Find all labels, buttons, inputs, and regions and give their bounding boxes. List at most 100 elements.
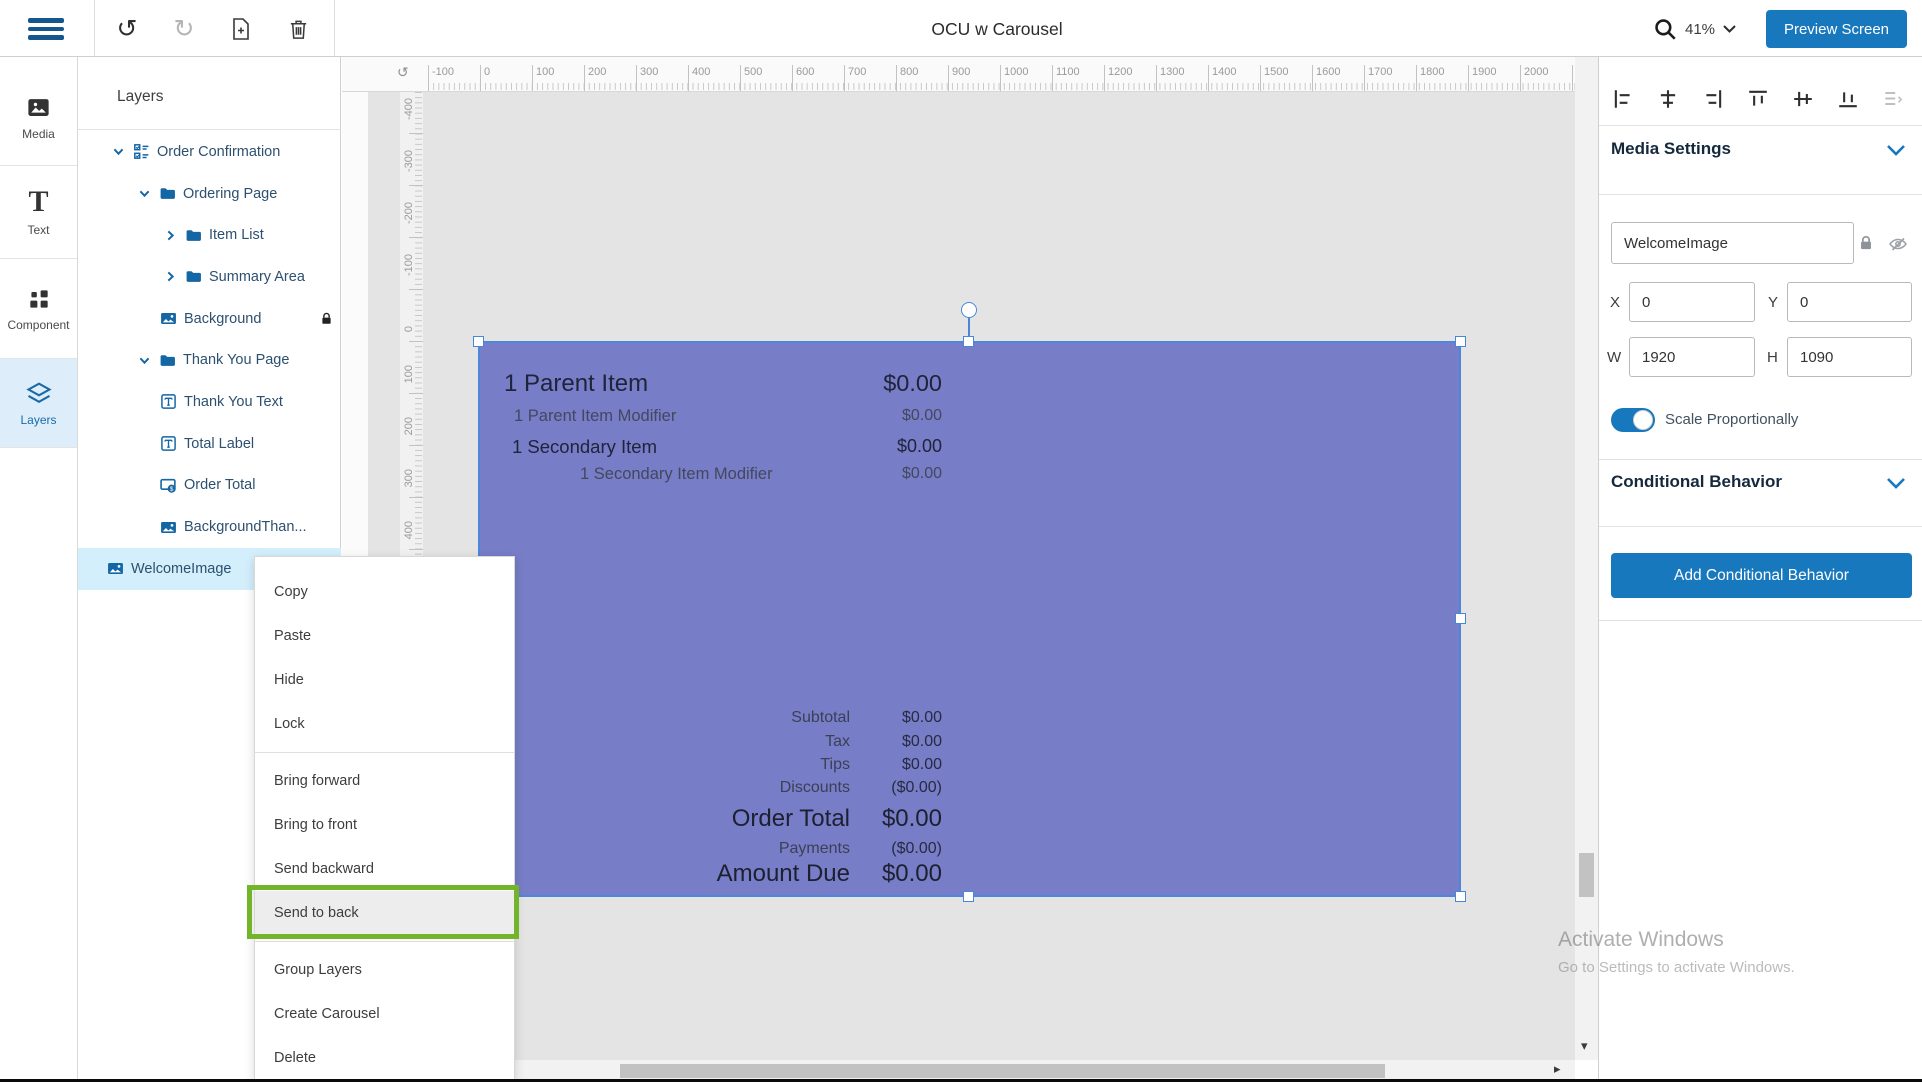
rail-item-media[interactable]: Media bbox=[0, 70, 77, 165]
resize-handle-top-right[interactable] bbox=[1455, 336, 1466, 347]
layer-label: Thank You Text bbox=[184, 394, 283, 410]
layer-tree: Order ConfirmationOrdering Page Item List… bbox=[78, 131, 341, 590]
preview-screen-button[interactable]: Preview Screen bbox=[1766, 10, 1907, 48]
align-right-button[interactable] bbox=[1699, 85, 1727, 113]
ruler-label: -400 bbox=[403, 98, 415, 120]
ruler-label: 2000 bbox=[1524, 66, 1548, 78]
menu-item-hide[interactable]: Hide bbox=[255, 658, 514, 702]
layers-panel-title: Layers bbox=[117, 88, 164, 106]
panel-divider bbox=[1599, 620, 1922, 621]
top-toolbar: ↺ ↻ OCU w Carousel 41% Preview Screen bbox=[0, 0, 1922, 57]
w-input[interactable] bbox=[1629, 337, 1755, 377]
lock-toggle-icon[interactable] bbox=[1857, 234, 1875, 252]
chevron-down-icon[interactable] bbox=[138, 187, 151, 200]
horizontal-scrollbar-thumb[interactable] bbox=[620, 1064, 1385, 1078]
ruler-label: 1600 bbox=[1316, 66, 1340, 78]
menu-item-group-layers[interactable]: Group Layers bbox=[255, 948, 514, 992]
menu-item-delete[interactable]: Delete bbox=[255, 1036, 514, 1080]
app-window: ↺ ↻ OCU w Carousel 41% Preview Screen Me… bbox=[0, 0, 1922, 1082]
rotation-handle[interactable] bbox=[961, 302, 977, 318]
resize-handle-bottom-center[interactable] bbox=[963, 891, 974, 902]
menu-item-copy[interactable]: Copy bbox=[255, 570, 514, 614]
menu-item-send-to-back[interactable]: Send to back bbox=[255, 891, 514, 935]
align-vertical-center-button[interactable] bbox=[1789, 85, 1817, 113]
ruler-tick bbox=[1572, 65, 1573, 91]
rail-item-component[interactable]: Component bbox=[0, 258, 77, 358]
resize-handle-top-left[interactable] bbox=[473, 336, 484, 347]
summary-label: Payments bbox=[779, 840, 850, 858]
visibility-toggle-icon[interactable] bbox=[1888, 234, 1908, 254]
w-field-label: W bbox=[1607, 349, 1621, 366]
layer-row-thank-you-text[interactable]: Thank You Text bbox=[78, 381, 341, 423]
layer-label: Item List bbox=[209, 227, 264, 243]
layer-row-backgroundthan[interactable]: BackgroundThan... bbox=[78, 506, 341, 548]
summary-value: $0.00 bbox=[902, 733, 942, 751]
chevron-right-icon[interactable] bbox=[164, 229, 177, 242]
chevron-right-icon[interactable] bbox=[164, 270, 177, 283]
menu-item-bring-forward[interactable]: Bring forward bbox=[255, 759, 514, 803]
layer-context-menu: CopyPasteHideLock Bring forwardBring to f… bbox=[254, 556, 515, 1082]
ruler-label: -100 bbox=[432, 66, 454, 78]
align-horizontal-center-button[interactable] bbox=[1654, 85, 1682, 113]
chevron-down-icon[interactable] bbox=[112, 145, 125, 158]
layer-row-background[interactable]: Background bbox=[78, 298, 341, 340]
panel-divider bbox=[78, 129, 341, 130]
rail-item-layers[interactable]: Layers bbox=[0, 358, 77, 448]
order-item-row: 1 Parent Item$0.00 bbox=[480, 370, 1459, 400]
lock-icon[interactable] bbox=[319, 311, 334, 326]
trash-icon bbox=[287, 17, 310, 41]
rail-item-text[interactable]: T Text bbox=[0, 165, 77, 258]
ruler-tick bbox=[409, 185, 423, 186]
layer-row-order-confirmation[interactable]: Order Confirmation bbox=[78, 131, 341, 173]
ruler-tick bbox=[636, 65, 637, 91]
layer-label: Total Label bbox=[184, 436, 254, 452]
scroll-right-arrow[interactable]: ▸ bbox=[1554, 1061, 1561, 1077]
scale-proportionally-toggle[interactable] bbox=[1611, 408, 1655, 432]
align-top-button[interactable] bbox=[1744, 85, 1772, 113]
menu-item-send-backward[interactable]: Send backward bbox=[255, 847, 514, 891]
layer-row-item-list[interactable]: Item List bbox=[78, 214, 341, 256]
summary-label: Tax bbox=[825, 733, 850, 751]
welcome-image-layer-selected[interactable]: 1 Parent Item$0.00 1 Parent Item Modifier… bbox=[478, 341, 1461, 897]
ruler-tick bbox=[409, 237, 423, 238]
ruler-tick bbox=[1104, 65, 1105, 91]
layer-row-order-total[interactable]: $Order Total bbox=[78, 465, 341, 507]
align-left-button[interactable] bbox=[1609, 85, 1637, 113]
chevron-down-icon[interactable] bbox=[138, 354, 151, 367]
vertical-scrollbar[interactable] bbox=[1575, 57, 1598, 1060]
align-bottom-button[interactable] bbox=[1834, 85, 1862, 113]
layer-row-total-label[interactable]: Total Label bbox=[78, 423, 341, 465]
x-field-label: X bbox=[1610, 294, 1620, 311]
menu-item-bring-to-front[interactable]: Bring to front bbox=[255, 803, 514, 847]
layer-row-thank-you-page[interactable]: Thank You Page bbox=[78, 339, 341, 381]
y-input[interactable] bbox=[1787, 282, 1912, 322]
x-input[interactable] bbox=[1629, 282, 1755, 322]
layer-row-summary-area[interactable]: Summary Area bbox=[78, 256, 341, 298]
menu-item-paste[interactable]: Paste bbox=[255, 614, 514, 658]
undo-button[interactable]: ↺ bbox=[110, 14, 144, 44]
redo-button[interactable]: ↻ bbox=[167, 14, 201, 44]
order-item-name: 1 Parent Item Modifier bbox=[514, 407, 676, 426]
hamburger-menu-icon[interactable] bbox=[28, 18, 64, 40]
resize-handle-middle-right[interactable] bbox=[1455, 613, 1466, 624]
menu-item-create-carousel[interactable]: Create Carousel bbox=[255, 992, 514, 1036]
menu-item-lock[interactable]: Lock bbox=[255, 702, 514, 746]
collapse-media-settings-chevron[interactable] bbox=[1885, 143, 1907, 159]
zoom-control[interactable]: 41% bbox=[1652, 12, 1737, 46]
distribute-button-disabled[interactable] bbox=[1879, 85, 1907, 113]
new-page-button[interactable] bbox=[224, 14, 258, 44]
rail-label: Component bbox=[7, 318, 69, 332]
order-item-row: 1 Secondary Item Modifier$0.00 bbox=[480, 465, 1459, 495]
resize-handle-bottom-right[interactable] bbox=[1455, 891, 1466, 902]
collapse-conditional-behavior-chevron[interactable] bbox=[1885, 476, 1907, 492]
delete-button[interactable] bbox=[281, 14, 315, 44]
scroll-down-arrow[interactable]: ▾ bbox=[1581, 1038, 1588, 1054]
resize-handle-top-center[interactable] bbox=[963, 336, 974, 347]
add-conditional-behavior-button[interactable]: Add Conditional Behavior bbox=[1611, 553, 1912, 598]
scale-proportionally-label: Scale Proportionally bbox=[1665, 411, 1798, 428]
summary-value: ($0.00) bbox=[891, 840, 942, 858]
vertical-scrollbar-thumb[interactable] bbox=[1579, 853, 1594, 897]
layer-row-ordering-page[interactable]: Ordering Page bbox=[78, 173, 341, 215]
h-input[interactable] bbox=[1787, 337, 1912, 377]
layer-name-input[interactable] bbox=[1611, 222, 1854, 264]
